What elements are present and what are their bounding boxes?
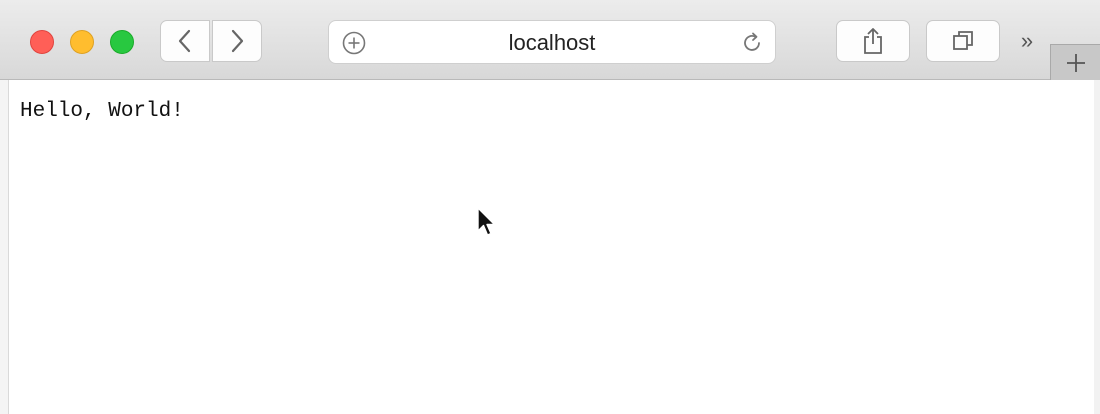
zoom-window-button[interactable] — [110, 30, 134, 54]
reload-icon[interactable] — [739, 30, 765, 56]
window-edge-left — [0, 80, 9, 414]
plus-icon — [1066, 53, 1085, 72]
minimize-window-button[interactable] — [70, 30, 94, 54]
double-chevron-right-icon: » — [1020, 28, 1034, 53]
share-button[interactable] — [836, 20, 910, 62]
address-url[interactable]: localhost — [329, 21, 775, 65]
page-content: Hello, World! — [9, 80, 1094, 414]
new-tab-button[interactable] — [1050, 44, 1100, 80]
close-window-button[interactable] — [30, 30, 54, 54]
page-body-text: Hello, World! — [20, 100, 184, 123]
share-icon — [864, 28, 882, 54]
chevron-left-icon — [178, 29, 191, 53]
forward-button[interactable] — [212, 20, 262, 62]
browser-toolbar: localhost » — [0, 0, 1100, 80]
back-button[interactable] — [160, 20, 210, 62]
browser-window: localhost » Hello, World! — [0, 0, 1100, 414]
window-edge-right — [1093, 80, 1100, 414]
mouse-cursor-icon — [477, 207, 496, 236]
address-bar[interactable]: localhost — [328, 20, 776, 64]
tab-overview-icon — [953, 31, 973, 50]
tab-overview-button[interactable] — [926, 20, 1000, 62]
toolbar-overflow-button[interactable]: » — [1012, 28, 1042, 54]
chevron-right-icon — [231, 29, 244, 53]
